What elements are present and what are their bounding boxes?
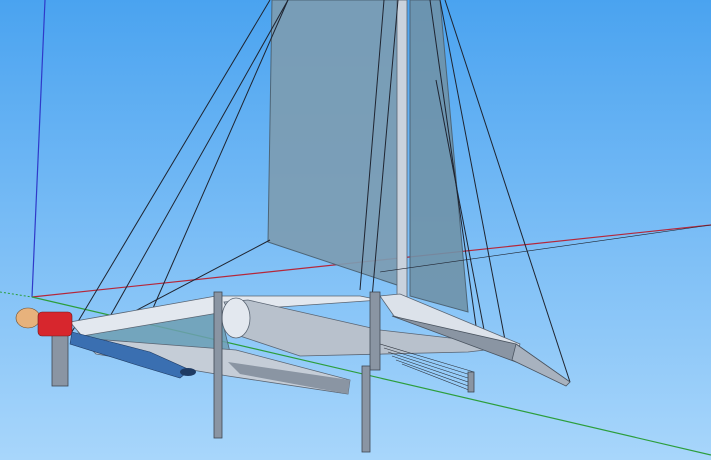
port-daggerboard[interactable] xyxy=(213,291,223,439)
starboard-daggerboard-lower[interactable] xyxy=(361,365,371,453)
figure-shirt xyxy=(37,311,73,337)
starboard-daggerboard[interactable] xyxy=(369,291,381,371)
figure-foot xyxy=(180,368,196,376)
sketchup-3d-viewport[interactable] xyxy=(0,0,711,460)
mast[interactable] xyxy=(396,0,408,299)
figure-head xyxy=(15,307,41,329)
starboard-rudder[interactable] xyxy=(467,371,475,393)
hull-bow-cap xyxy=(221,297,251,339)
catamaran-model-scene[interactable] xyxy=(0,0,711,460)
